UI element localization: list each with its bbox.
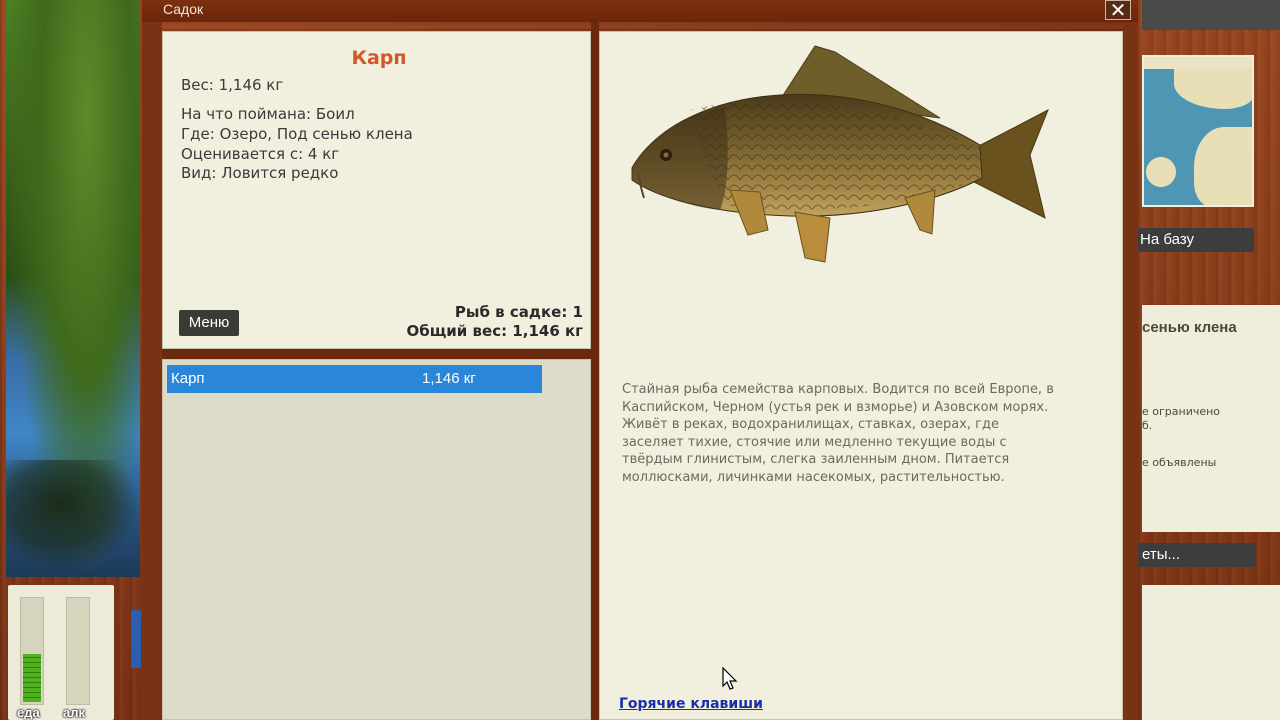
fish-description: Стайная рыба семейства карповых. Водится… [622,382,1054,485]
map-thumbnail[interactable] [1142,55,1254,207]
list-item-weight: 1,146 кг [422,370,476,387]
food-meter-label: еда [17,705,40,720]
dialog-frame-right [1123,22,1138,720]
panel-divider-vertical [591,22,599,720]
catch-list-panel [162,359,591,720]
dialog-title: Садок [163,1,204,17]
needs-panel: еда алк [8,585,114,720]
tree-reflection [6,460,140,570]
map-land [1194,127,1252,205]
location-info-text: б. [1142,419,1153,432]
fish-rated: Оценивается с: 4 кг [181,145,340,163]
fish-place: Где: Озеро, Под сенью клена [181,125,413,143]
dialog-frame-left [142,22,162,720]
reports-button[interactable]: еты... [1138,543,1256,567]
list-item[interactable]: Карп 1,146 кг [167,365,542,393]
side-handle[interactable] [131,610,141,668]
right-bottom-panel [1142,585,1280,720]
list-item-name: Карп [171,370,205,387]
mouse-cursor-icon [722,667,738,690]
food-meter-fill [23,654,41,702]
carp-image [631,45,1049,263]
menu-button[interactable]: Меню [179,310,239,336]
location-info-panel: сенью клена е ограничено б. е объявлены [1142,305,1280,532]
hotkeys-link[interactable]: Горячие клавиши [619,696,763,712]
lake-scene-image [6,0,140,577]
fish-weight: Вес: 1,146 кг [181,76,284,94]
fish-weight-total: Общий вес: 1,146 кг [406,322,583,340]
to-base-button[interactable]: На базу [1138,228,1254,252]
fish-kind: Вид: Ловится редко [181,164,339,182]
fish-count-total: Рыб в садке: 1 [454,303,583,321]
top-bar [1142,0,1280,30]
location-heading: сенью клена [1142,319,1237,336]
alcohol-meter [66,597,90,705]
fish-bait: На что поймана: Боил [181,105,355,123]
food-meter [20,597,44,705]
fish-name: Карп [351,47,407,69]
location-info-text: е ограничено [1142,405,1221,418]
panel-divider-horizontal [162,349,591,359]
close-icon[interactable]: ✕ [1105,0,1131,20]
map-land [1146,157,1176,187]
location-info-text: е объявлены [1142,456,1217,469]
dialog-title-bar[interactable] [142,0,1138,22]
alcohol-meter-label: алк [63,705,85,720]
